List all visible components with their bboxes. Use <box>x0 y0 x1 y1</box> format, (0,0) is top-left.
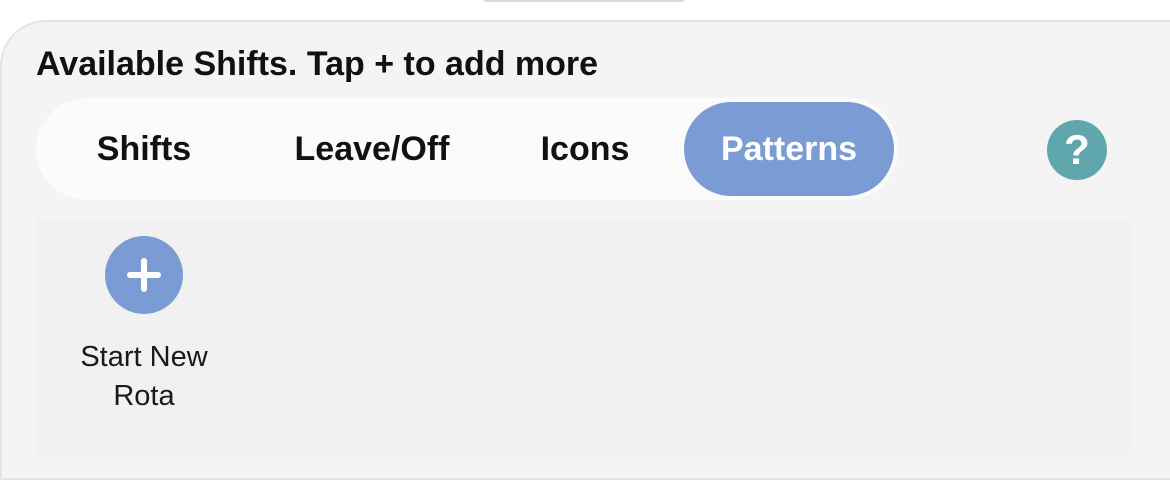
tab-bar: Shifts Leave/Off Icons Patterns <box>36 98 898 200</box>
start-new-rota-label-line2: Rota <box>113 380 175 412</box>
start-new-rota-label-line1: Start New <box>80 341 208 373</box>
sheet-title: Available Shifts. Tap + to add more <box>36 45 599 83</box>
drag-handle[interactable] <box>483 0 685 2</box>
start-new-rota-label: Start New Rota <box>70 338 218 416</box>
plus-icon <box>127 258 161 292</box>
tab-icons[interactable]: Icons <box>524 102 646 196</box>
tab-leave-off[interactable]: Leave/Off <box>272 102 472 196</box>
tab-shifts[interactable]: Shifts <box>70 102 218 196</box>
question-mark-icon: ? <box>1064 126 1090 173</box>
tab-patterns[interactable]: Patterns <box>684 102 894 196</box>
add-circle[interactable] <box>105 236 183 314</box>
help-button[interactable]: ? <box>1047 120 1107 180</box>
patterns-panel: Start New Rota <box>36 218 1134 455</box>
